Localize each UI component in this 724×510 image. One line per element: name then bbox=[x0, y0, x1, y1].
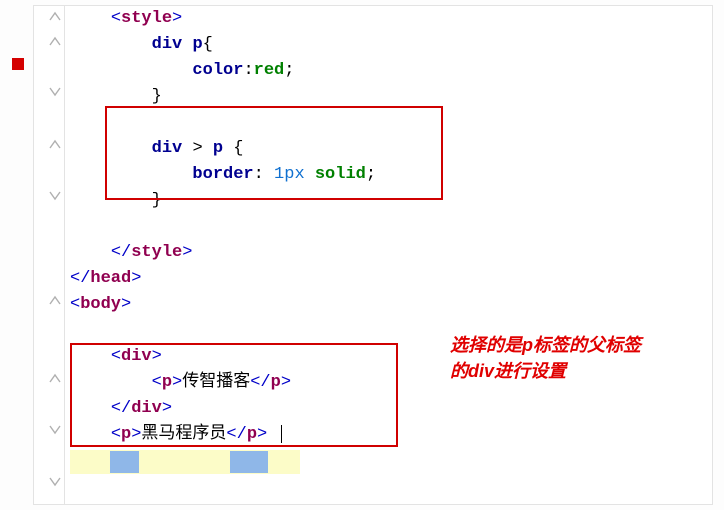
code-line[interactable]: </style> bbox=[70, 240, 710, 266]
code-line[interactable]: <body> bbox=[70, 292, 710, 318]
code-line[interactable]: color:red; bbox=[70, 58, 710, 84]
gutter[interactable] bbox=[34, 6, 65, 504]
breakpoint-marker[interactable] bbox=[12, 58, 24, 70]
code-line[interactable] bbox=[70, 214, 710, 240]
annotation-line: 的div进行设置 bbox=[450, 358, 641, 384]
code-line[interactable]: div > p { bbox=[70, 136, 710, 162]
code-line[interactable]: <p>黑马程序员</p> bbox=[70, 422, 710, 448]
annotation-line: 选择的是p标签的父标签 bbox=[450, 332, 641, 358]
code-area[interactable]: <style> div p{ color:red; } div > p { bo… bbox=[70, 6, 710, 504]
code-line[interactable]: } bbox=[70, 84, 710, 110]
code-line[interactable]: </head> bbox=[70, 266, 710, 292]
text-cursor bbox=[281, 425, 283, 443]
text-content: 传智播客 bbox=[182, 373, 250, 392]
code-line[interactable]: div p{ bbox=[70, 32, 710, 58]
code-line[interactable] bbox=[70, 110, 710, 136]
annotation-text: 选择的是p标签的父标签 的div进行设置 bbox=[450, 332, 641, 384]
code-line[interactable]: <style> bbox=[70, 6, 710, 32]
code-line[interactable]: border: 1px solid; bbox=[70, 162, 710, 188]
code-line[interactable]: </div> bbox=[70, 396, 710, 422]
text-content: 黑马程序员 bbox=[141, 425, 226, 444]
editor-canvas: 选择的是p标签的父标签 的div进行设置 <style> div p{ colo… bbox=[0, 0, 724, 510]
code-line[interactable]: } bbox=[70, 188, 710, 214]
